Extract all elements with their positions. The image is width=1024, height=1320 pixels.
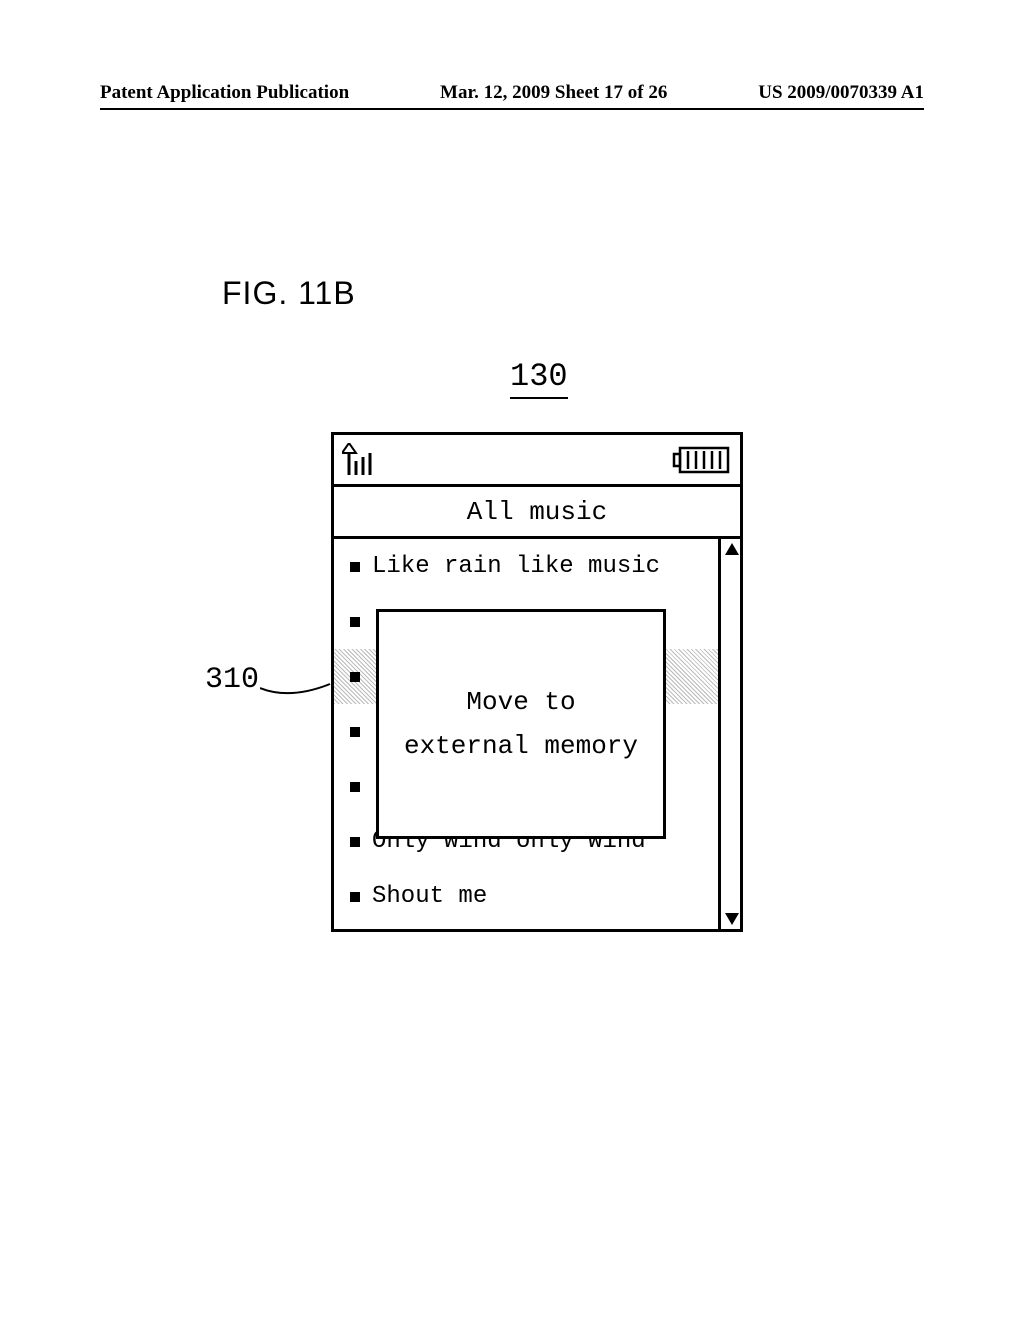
page-header: Patent Application Publication Mar. 12, … [0, 82, 1024, 104]
list-area: Like rain like music Only wind only wind [334, 539, 740, 929]
reference-numeral-130: 130 [510, 358, 568, 399]
device-screen: All music Like rain like music [331, 432, 743, 932]
list-rows: Like rain like music Only wind only wind [334, 539, 718, 929]
list-title-text: All music [467, 497, 607, 527]
bullet-icon [350, 837, 360, 847]
header-center: Mar. 12, 2009 Sheet 17 of 26 [440, 82, 667, 104]
popup-line-1: Move to [466, 680, 575, 724]
reference-numeral-310: 310 [205, 663, 259, 697]
signal-icon [342, 443, 386, 477]
list-item-label: Shout me [372, 883, 487, 910]
bullet-icon [350, 892, 360, 902]
battery-icon [672, 445, 732, 475]
bullet-icon [350, 727, 360, 737]
context-popup[interactable]: Move to external memory [376, 609, 666, 839]
list-title: All music [334, 487, 740, 539]
popup-line-2: external memory [404, 724, 638, 768]
header-right: US 2009/0070339 A1 [758, 82, 924, 104]
figure-label: FIG. 11B [222, 275, 356, 312]
scrollbar[interactable] [718, 539, 740, 929]
leader-line-310 [260, 680, 335, 698]
status-bar [334, 435, 740, 487]
header-left: Patent Application Publication [100, 82, 349, 104]
bullet-icon [350, 782, 360, 792]
bullet-icon [350, 562, 360, 572]
list-item-label: Like rain like music [372, 553, 660, 580]
list-item[interactable]: Shout me [334, 869, 718, 924]
scroll-down-icon[interactable] [723, 909, 741, 927]
scroll-up-icon[interactable] [723, 541, 741, 559]
list-item[interactable]: Like rain like music [334, 539, 718, 594]
bullet-icon [350, 672, 360, 682]
bullet-icon [350, 617, 360, 627]
header-rule [100, 108, 924, 110]
